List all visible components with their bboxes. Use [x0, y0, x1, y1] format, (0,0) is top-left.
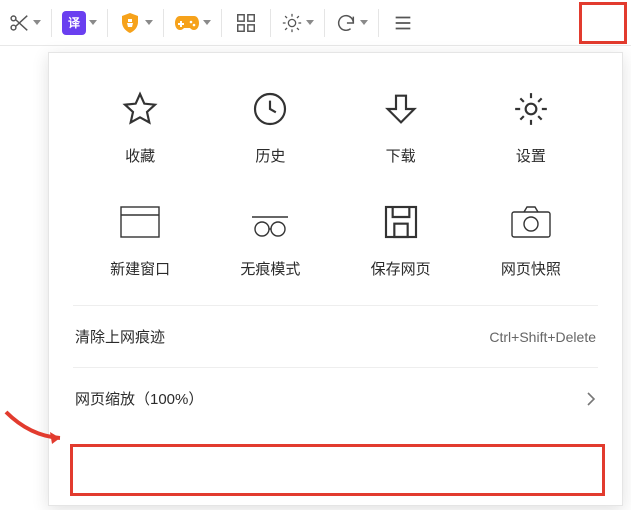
download-icon [381, 89, 421, 129]
chevron-right-icon [586, 391, 596, 407]
shortcut-label: Ctrl+Shift+Delete [489, 329, 596, 345]
menu-grid: 收藏 历史 下载 设置 新建窗口 无痕模式 保存网页 网页快照 [49, 53, 622, 299]
divider [163, 9, 164, 37]
divider [51, 9, 52, 37]
menu-item-settings[interactable]: 设置 [466, 87, 596, 166]
menu-item-favorites[interactable]: 收藏 [75, 87, 205, 166]
menu-label: 网页缩放（100%） [75, 388, 203, 409]
sun-icon [281, 12, 303, 34]
menu-item-save-page[interactable]: 保存网页 [336, 200, 466, 279]
menu-item-clear-traces[interactable]: 清除上网痕迹 Ctrl+Shift+Delete [49, 312, 622, 361]
divider [107, 9, 108, 37]
window-icon [118, 203, 162, 241]
menu-item-downloads[interactable]: 下载 [336, 87, 466, 166]
hamburger-icon [392, 12, 414, 34]
divider [324, 9, 325, 37]
shield-button[interactable] [114, 5, 157, 41]
menu-label: 历史 [255, 145, 285, 166]
translate-icon: 译 [62, 11, 86, 35]
clock-icon [250, 89, 290, 129]
menu-label: 设置 [516, 145, 546, 166]
menu-item-snapshot[interactable]: 网页快照 [466, 200, 596, 279]
undo-button[interactable] [331, 5, 372, 41]
save-icon [381, 202, 421, 242]
browser-toolbar: 译 [0, 0, 631, 46]
dropdown-caret-icon [360, 20, 368, 25]
menu-label: 收藏 [125, 145, 155, 166]
menu-label: 无痕模式 [240, 258, 300, 279]
separator [73, 367, 598, 368]
scissors-button[interactable] [4, 5, 45, 41]
menu-label: 网页快照 [501, 258, 561, 279]
translate-button[interactable]: 译 [58, 5, 101, 41]
dropdown-caret-icon [89, 20, 97, 25]
undo-icon [335, 12, 357, 34]
camera-icon [509, 204, 553, 240]
menu-label: 下载 [386, 145, 416, 166]
grid-icon [235, 12, 257, 34]
apps-grid-button[interactable] [228, 5, 264, 41]
star-icon [120, 89, 160, 129]
dropdown-caret-icon [33, 20, 41, 25]
scissors-icon [8, 12, 30, 34]
hamburger-menu-button[interactable] [385, 5, 421, 41]
divider [270, 9, 271, 37]
menu-label: 清除上网痕迹 [75, 326, 165, 347]
separator [73, 305, 598, 306]
dropdown-caret-icon [306, 20, 314, 25]
incognito-icon [248, 203, 292, 241]
menu-item-incognito[interactable]: 无痕模式 [205, 200, 335, 279]
divider [221, 9, 222, 37]
menu-label: 新建窗口 [110, 258, 170, 279]
gamepad-button[interactable] [170, 5, 215, 41]
menu-item-history[interactable]: 历史 [205, 87, 335, 166]
brightness-button[interactable] [277, 5, 318, 41]
gamepad-icon [174, 13, 200, 33]
main-menu-dropdown: 收藏 历史 下载 设置 新建窗口 无痕模式 保存网页 网页快照 [48, 52, 623, 506]
menu-item-zoom[interactable]: 网页缩放（100%） [49, 374, 622, 423]
gear-icon [511, 89, 551, 129]
shield-icon [118, 11, 142, 35]
dropdown-caret-icon [203, 20, 211, 25]
dropdown-caret-icon [145, 20, 153, 25]
divider [378, 9, 379, 37]
menu-label: 保存网页 [371, 258, 431, 279]
menu-item-new-window[interactable]: 新建窗口 [75, 200, 205, 279]
